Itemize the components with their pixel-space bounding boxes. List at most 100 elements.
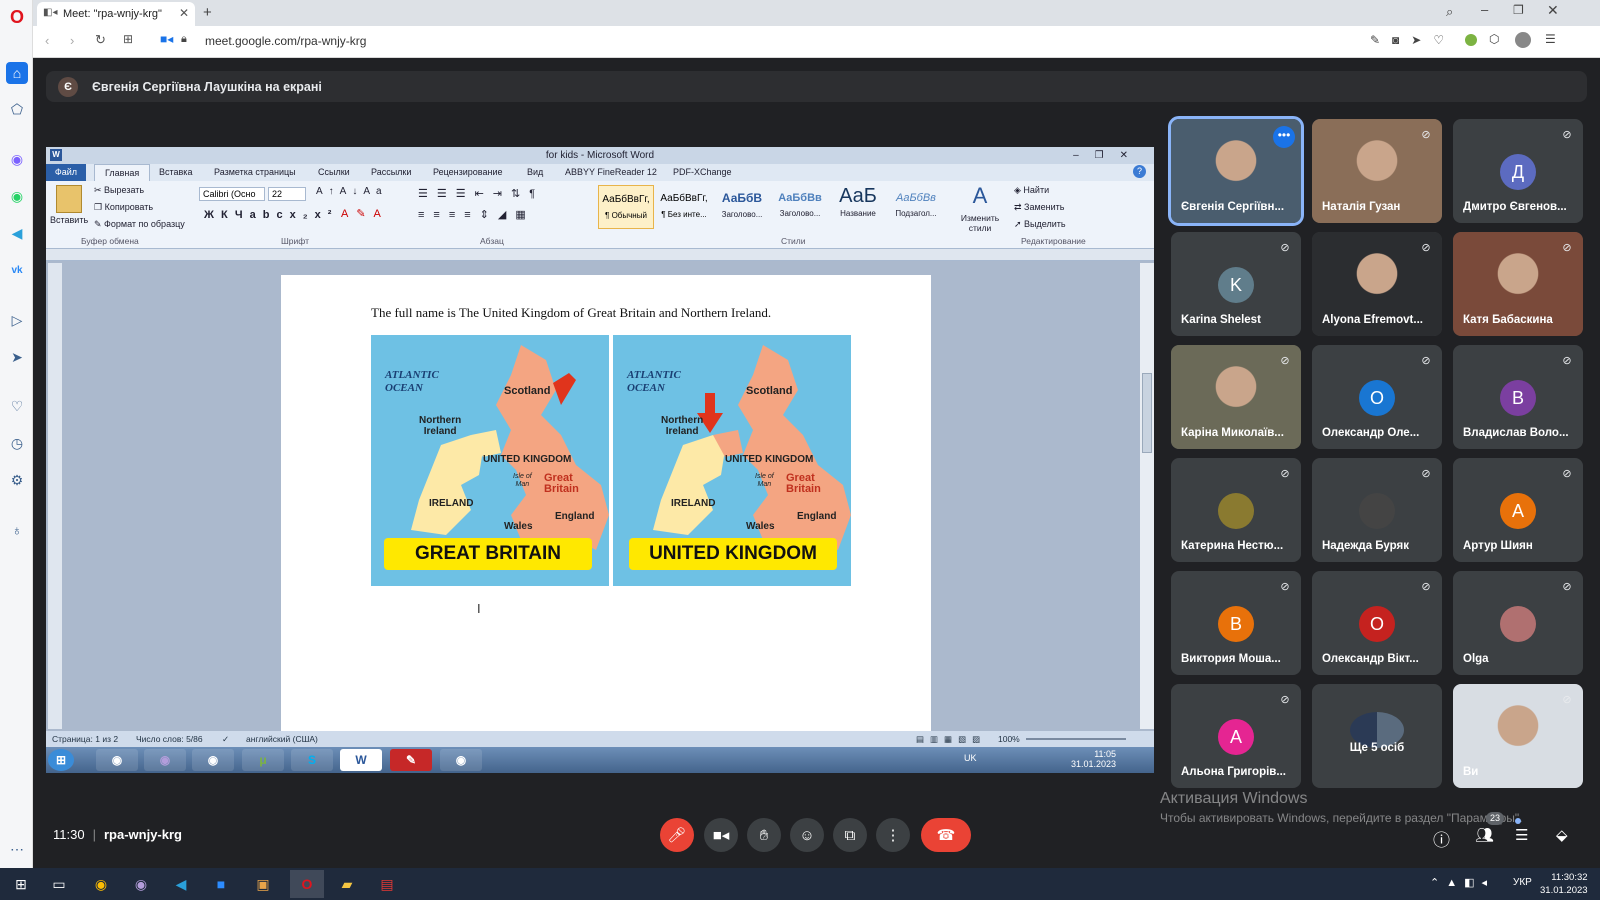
windows-start-icon[interactable]: ⊞	[8, 873, 34, 895]
participant-tile[interactable]: ⊘ Каріна Миколаїв...	[1171, 345, 1301, 449]
participant-tile[interactable]: А ⊘ Альона Григорів...	[1171, 684, 1301, 788]
reload-icon[interactable]: ↻	[95, 32, 106, 48]
taskbar-viber-icon[interactable]: ◉	[128, 873, 154, 895]
chrome-icon[interactable]: ◉	[96, 749, 138, 771]
tab-mailings[interactable]: Рассылки	[371, 167, 411, 177]
replace-button[interactable]: ⇄ Заменить	[1014, 202, 1065, 213]
status-language[interactable]: английский (США)	[246, 731, 318, 747]
font-name-select[interactable]: Calibri (Осно	[199, 187, 265, 201]
participant-tile[interactable]: ⊘ Надежда Буряк	[1312, 458, 1442, 562]
tab-pdfxchange[interactable]: PDF-XChange	[673, 167, 732, 177]
participant-tile[interactable]: Д ⊘ Дмитро Євгенов...	[1453, 119, 1583, 223]
easy-setup-icon[interactable]: ☰	[1545, 32, 1556, 46]
participant-tile[interactable]: А ⊘ Артур Шиян	[1453, 458, 1583, 562]
camera-button[interactable]: ■◂	[704, 818, 738, 852]
messenger-icon[interactable]: ◉	[6, 148, 28, 170]
shared-lang[interactable]: UK	[964, 753, 977, 763]
activities-icon[interactable]: ⬙	[1556, 826, 1568, 844]
leave-call-button[interactable]: ☎︎	[921, 818, 971, 852]
tile-options-icon[interactable]: •••	[1273, 126, 1295, 148]
whatsapp-icon[interactable]: ◉	[6, 185, 28, 207]
close-window-icon[interactable]: ✕	[1547, 2, 1559, 19]
vk-icon[interactable]: vk	[6, 259, 28, 281]
history-icon[interactable]: ◷	[6, 432, 28, 454]
style-subtitle[interactable]: АаБбВв Подзагол...	[888, 185, 944, 229]
tray-icons[interactable]: ⌃▲◧◂	[1430, 876, 1494, 889]
change-styles-icon[interactable]: A	[956, 183, 1004, 209]
present-button[interactable]: ⧉	[833, 818, 867, 852]
more-options-button[interactable]: ⋮	[876, 818, 910, 852]
tab-file[interactable]: Файл	[46, 164, 86, 181]
find-button[interactable]: ◈ Найти	[1014, 185, 1049, 196]
word-icon[interactable]: W	[340, 749, 382, 771]
tray-language[interactable]: УКР	[1513, 877, 1532, 888]
tips-icon[interactable]: ♁	[6, 519, 28, 541]
settings-icon[interactable]: ⚙	[6, 469, 28, 491]
opera-logo-icon[interactable]: O	[6, 6, 28, 28]
zoom-level[interactable]: 100%	[998, 731, 1020, 747]
style-title[interactable]: АаБ Название	[830, 185, 886, 229]
copy-button[interactable]: ❐ Копировать	[94, 202, 153, 213]
participant-tile[interactable]: О ⊘ Олександр Оле...	[1312, 345, 1442, 449]
style-normal[interactable]: АаБбВвГг, ¶ Обычный	[598, 185, 654, 229]
participant-tile[interactable]: Ще 5 осіб	[1312, 684, 1442, 788]
view-buttons[interactable]: ▤▥▦▧▨	[916, 731, 986, 747]
paste-icon[interactable]	[56, 185, 82, 213]
url-field[interactable]: meet.google.com/rpa-wnjy-krg	[205, 34, 366, 48]
utorrent-icon[interactable]: μ	[242, 749, 284, 771]
forward-icon[interactable]: ›	[70, 33, 74, 48]
document-page[interactable]: The full name is The United Kingdom of G…	[281, 275, 931, 731]
meeting-info-icon[interactable]: ⓘ	[1433, 826, 1450, 851]
align-buttons[interactable]: ≡≡≡≡⇕◢▦	[418, 208, 535, 221]
reactions-button[interactable]: ☺	[790, 818, 824, 852]
tab-home[interactable]: Главная	[94, 164, 151, 181]
extensions-icon[interactable]: ⬡	[1489, 32, 1499, 46]
vertical-scrollbar[interactable]	[1140, 263, 1154, 729]
player-icon[interactable]: ▷	[6, 309, 28, 331]
chat-icon[interactable]: ☰	[1515, 826, 1528, 844]
change-styles-button[interactable]: Изменить стили	[956, 213, 1004, 233]
tab-meet[interactable]: ◧◂ Meet: "rpa-wnjy-krg" ✕	[37, 2, 195, 26]
horizontal-ruler[interactable]	[46, 249, 1154, 261]
participant-tile[interactable]: ••• Євгенія Сергіївн...	[1168, 116, 1304, 226]
participant-tile[interactable]: ⊘ Alyona Efremovt...	[1312, 232, 1442, 336]
tray-clock[interactable]: 11:30:32 31.01.2023	[1540, 871, 1588, 897]
tab-abbyy[interactable]: ABBYY FineReader 12	[565, 167, 657, 177]
tab-layout[interactable]: Разметка страницы	[214, 167, 296, 177]
tab-view[interactable]: Вид	[527, 167, 543, 177]
tab-insert[interactable]: Вставка	[159, 167, 192, 177]
speed-dial-icon[interactable]: ⊞	[123, 32, 133, 46]
telegram-icon[interactable]: ◀	[6, 222, 28, 244]
send-icon[interactable]: ➤	[6, 346, 28, 368]
back-icon[interactable]: ‹	[45, 33, 49, 48]
taskbar-explorer-icon[interactable]: ▰	[334, 873, 360, 895]
list-buttons[interactable]: ☰☰☰⇤⇥⇅¶	[418, 187, 544, 200]
raise-hand-button[interactable]: ✋︎	[747, 818, 781, 852]
people-icon[interactable]: 👥︎	[1475, 826, 1494, 844]
skype-icon[interactable]: S	[291, 749, 333, 771]
cut-button[interactable]: ✂ Вырезать	[94, 185, 144, 196]
font-format-buttons[interactable]: ЖКЧabcx₂x²	[204, 209, 338, 221]
style-heading1[interactable]: АаБбВ Заголово...	[714, 185, 770, 229]
style-no-spacing[interactable]: АаБбВвГг, ¶ Без инте...	[656, 185, 712, 229]
status-words[interactable]: Число слов: 5/86	[136, 731, 203, 747]
font-grow-shrink[interactable]: A↑A↓Aa	[316, 186, 388, 197]
heart-icon[interactable]: ♡	[6, 395, 28, 417]
new-tab-icon[interactable]: +	[203, 4, 212, 21]
taskbar-opera-icon[interactable]: O	[290, 870, 324, 898]
search-tabs-icon[interactable]: ⌕	[1446, 4, 1453, 20]
format-painter-button[interactable]: ✎ Формат по образцу	[94, 219, 185, 230]
tab-review[interactable]: Рецензирование	[433, 167, 503, 177]
tab-references[interactable]: Ссылки	[318, 167, 350, 177]
address-actions[interactable]: ✎◙➤♡	[1370, 33, 1456, 47]
word-window-controls[interactable]: –❐✕	[1073, 147, 1144, 164]
paste-button[interactable]: Вставить	[50, 215, 88, 225]
close-tab-icon[interactable]: ✕	[179, 6, 189, 20]
taskbar-app-icon[interactable]: ▣	[250, 873, 276, 895]
task-view-icon[interactable]: ▭	[46, 873, 72, 895]
win7-start-icon[interactable]: ⊞	[48, 749, 74, 771]
chrome2-icon[interactable]: ◉	[192, 749, 234, 771]
help-icon[interactable]: ?	[1133, 165, 1146, 178]
participant-tile[interactable]: В ⊘ Владислав Воло...	[1453, 345, 1583, 449]
document-text[interactable]: The full name is The United Kingdom of G…	[371, 305, 771, 321]
